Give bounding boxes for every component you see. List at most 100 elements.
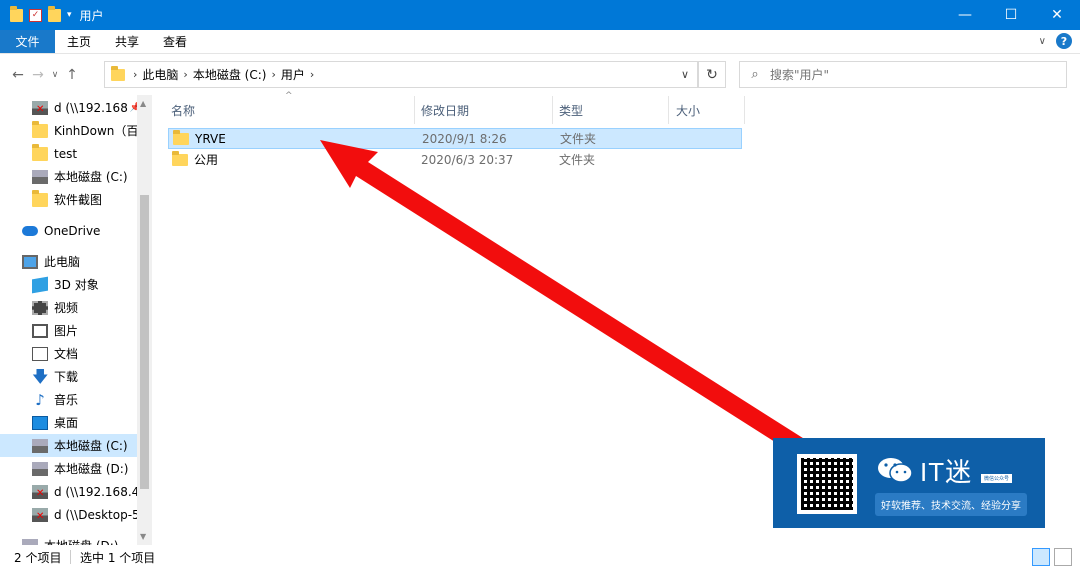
sidebar-item-screenshots[interactable]: 软件截图: [0, 188, 137, 211]
sidebar-item-label: 本地磁盘 (C:): [54, 170, 128, 184]
status-divider: [70, 550, 71, 564]
sidebar-item-downloads[interactable]: 🡇 下载: [0, 365, 137, 388]
sidebar-item-label: 音乐: [54, 393, 79, 407]
up-arrow-icon[interactable]: ↑: [62, 67, 82, 83]
chevron-down-icon[interactable]: ▾: [67, 10, 72, 20]
drive-icon: [32, 169, 48, 184]
column-divider[interactable]: [552, 96, 553, 124]
tab-home[interactable]: 主页: [55, 30, 103, 53]
sidebar-item-label: 本地磁盘 (C:): [54, 439, 128, 453]
close-button[interactable]: ✕: [1034, 0, 1080, 30]
refresh-button[interactable]: ↻: [698, 61, 726, 88]
column-header-size[interactable]: 大小: [676, 96, 700, 124]
maximize-button[interactable]: ☐: [988, 0, 1034, 30]
column-header-name[interactable]: 名称: [171, 96, 195, 124]
3d-objects-icon: [32, 276, 48, 293]
drive-icon: [32, 461, 48, 476]
status-bar: 2 个项目 选中 1 个项目: [0, 545, 1080, 569]
details-view-button[interactable]: [1032, 548, 1050, 566]
navigation-bar: ← → ∨ ↑ › 此电脑 › 本地磁盘 (C:) › 用户 › ∨ ↻ ⌕: [0, 55, 1080, 95]
minimize-button[interactable]: —: [942, 0, 988, 30]
folder-icon: [32, 189, 48, 207]
video-icon: [32, 300, 48, 315]
column-divider[interactable]: [414, 96, 415, 124]
breadcrumb-separator-icon[interactable]: ›: [310, 68, 314, 81]
file-type: 文件夹: [559, 153, 596, 167]
sidebar-item-label: 图片: [54, 324, 79, 338]
sidebar-item-desktop[interactable]: 桌面: [0, 411, 137, 434]
sidebar-item-music[interactable]: ♪ 音乐: [0, 388, 137, 411]
scroll-up-icon[interactable]: ▲: [140, 99, 146, 108]
breadcrumb-separator-icon[interactable]: ›: [271, 68, 275, 81]
quick-access-toolbar: ✓ ▾: [0, 5, 72, 22]
breadcrumb-this-pc[interactable]: 此电脑: [142, 66, 178, 83]
column-header-date[interactable]: 修改日期: [421, 96, 469, 124]
watermark-brand: IT迷: [920, 457, 973, 487]
column-divider[interactable]: [668, 96, 669, 124]
address-dropdown-icon[interactable]: ∨: [681, 68, 689, 81]
sidebar-item-network-d[interactable]: d (\\192.168 📌: [0, 96, 137, 119]
sidebar-item-onedrive[interactable]: OneDrive: [0, 219, 137, 242]
breadcrumb-separator-icon[interactable]: ›: [133, 68, 137, 81]
title-bar: ✓ ▾ 用户 — ☐ ✕: [0, 0, 1080, 30]
watermark-tag: 微信公众号: [981, 474, 1013, 483]
scroll-down-icon[interactable]: ▼: [140, 532, 146, 541]
sidebar-item-kinhdown[interactable]: KinhDown（百度: [0, 119, 137, 142]
sidebar-item-label: d (\\192.168: [54, 100, 128, 115]
sidebar-item-label: KinhDown（百度: [54, 124, 137, 138]
search-icon: ⌕: [751, 67, 759, 82]
file-row[interactable]: YRVE 2020/9/1 8:26 文件夹: [168, 128, 742, 149]
selected-count: 选中 1 个项目: [80, 550, 156, 565]
tab-share[interactable]: 共享: [103, 30, 151, 53]
sidebar-item-network-d-desktop[interactable]: d (\\Desktop-5: [0, 503, 137, 526]
desktop-icon: [32, 415, 48, 430]
sidebar-item-3d-objects[interactable]: 3D 对象: [0, 273, 137, 296]
folder-icon: [111, 65, 125, 81]
expand-ribbon-icon[interactable]: ∨: [1039, 36, 1046, 47]
sidebar-item-network-d-43[interactable]: d (\\192.168.43: [0, 480, 137, 503]
column-divider[interactable]: [744, 96, 745, 124]
sidebar-item-pictures[interactable]: 图片: [0, 319, 137, 342]
sidebar-item-local-disk-c-selected[interactable]: 本地磁盘 (C:): [0, 434, 137, 457]
documents-icon: [32, 346, 48, 361]
breadcrumb-local-disk-c[interactable]: 本地磁盘 (C:): [193, 66, 267, 83]
search-input[interactable]: [770, 67, 1050, 82]
sidebar-item-videos[interactable]: 视频: [0, 296, 137, 319]
sidebar-item-label: 下载: [54, 370, 79, 384]
recent-locations-chevron-icon[interactable]: ∨: [48, 70, 62, 80]
back-arrow-icon[interactable]: ←: [8, 67, 28, 83]
sidebar-item-local-disk-d-2[interactable]: 本地磁盘 (D:): [0, 534, 137, 545]
file-date: 2020/9/1 8:26: [422, 131, 507, 146]
breadcrumb-separator-icon[interactable]: ›: [183, 68, 187, 81]
red-arrow-shape: [320, 140, 806, 454]
scrollbar-thumb[interactable]: [140, 195, 149, 489]
tab-file[interactable]: 文件: [0, 30, 55, 53]
music-icon: ♪: [35, 390, 45, 409]
window-title: 用户: [79, 8, 104, 23]
sidebar-item-this-pc[interactable]: 此电脑: [0, 250, 137, 273]
file-name: YRVE: [195, 131, 226, 146]
search-box[interactable]: ⌕: [739, 61, 1067, 88]
address-bar[interactable]: › 此电脑 › 本地磁盘 (C:) › 用户 › ∨: [104, 61, 698, 88]
sidebar-item-documents[interactable]: 文档: [0, 342, 137, 365]
network-drive-icon: [32, 100, 48, 115]
download-icon: 🡇: [32, 366, 49, 386]
tab-view[interactable]: 查看: [151, 30, 199, 53]
sidebar-item-local-disk-c[interactable]: 本地磁盘 (C:): [0, 165, 137, 188]
sidebar-scrollbar[interactable]: ▲ ▼: [137, 95, 152, 545]
sidebar-item-label: 本地磁盘 (D:): [44, 537, 118, 545]
large-icons-view-button[interactable]: [1054, 548, 1072, 566]
sidebar-item-test[interactable]: test: [0, 142, 137, 165]
properties-icon[interactable]: ✓: [29, 8, 42, 22]
sidebar-item-label: test: [54, 146, 78, 161]
file-date: 2020/6/3 20:37: [421, 152, 514, 167]
forward-arrow-icon[interactable]: →: [28, 67, 48, 83]
new-folder-icon[interactable]: [48, 5, 61, 22]
breadcrumb-users[interactable]: 用户: [281, 66, 305, 83]
sort-ascending-icon: ^: [285, 91, 293, 101]
help-icon[interactable]: ?: [1056, 33, 1072, 49]
column-header-type[interactable]: 类型: [559, 96, 583, 124]
file-row[interactable]: 公用 2020/6/3 20:37 文件夹: [168, 149, 742, 170]
sidebar-item-local-disk-d[interactable]: 本地磁盘 (D:): [0, 457, 137, 480]
folder-icon: [172, 150, 188, 166]
